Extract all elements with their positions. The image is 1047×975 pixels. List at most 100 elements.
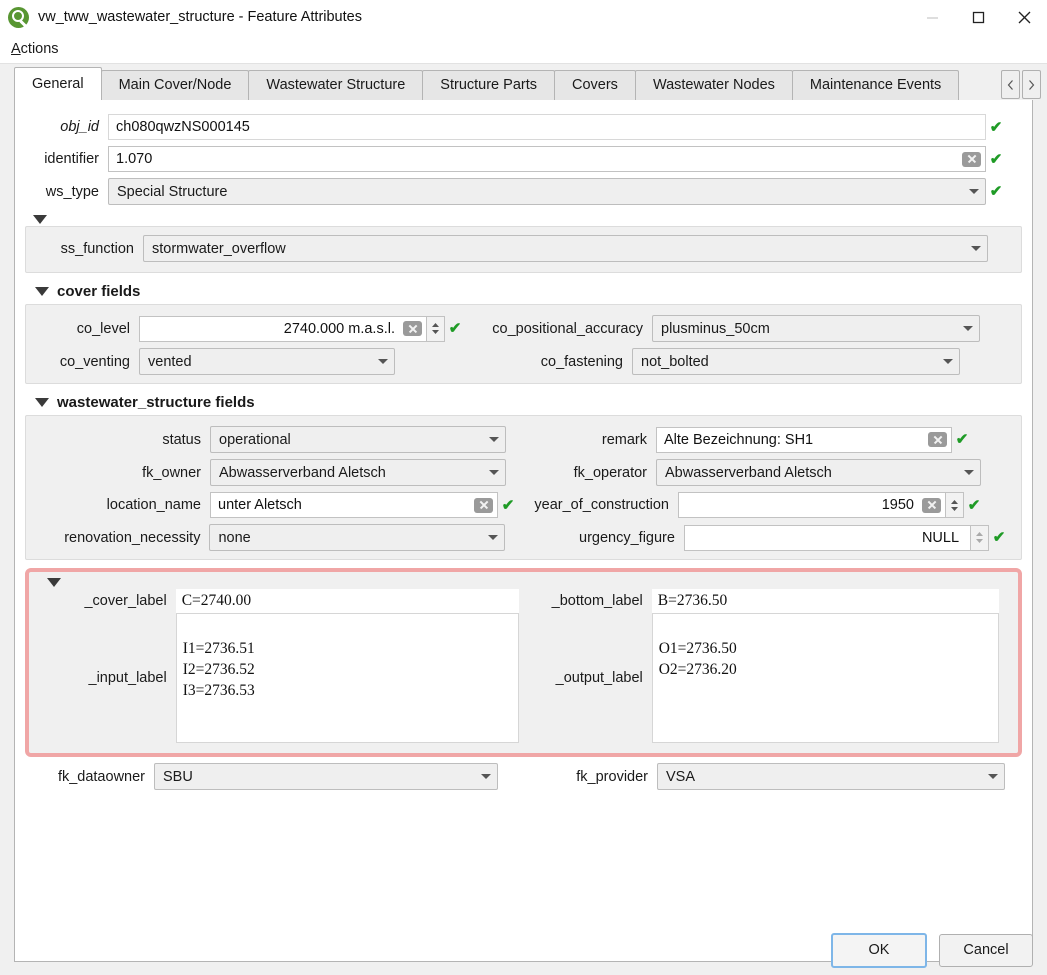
ss-function-label: ss_function [60,240,134,257]
identifier-clear-icon[interactable] [962,151,981,167]
chevron-down-icon [971,246,981,251]
chevron-down-icon [489,437,499,442]
attribute-form: obj_id ch080qwzNS000145 ✔ identifier 1.0… [23,114,1024,790]
bottom-label-label: _bottom_label [551,593,643,609]
maximize-button[interactable] [955,0,1001,34]
field-row-bottom-label: _bottom_label B=2736.50 [519,589,999,613]
fk-dataowner-label: fk_dataowner [57,768,145,785]
collapse-triangle-icon[interactable] [35,398,49,407]
identifier-input[interactable]: 1.070 [108,146,986,172]
remark-input[interactable]: Alte Bezeichnung: SH1 [656,426,952,453]
location-name-input[interactable]: unter Aletsch [210,492,498,518]
year-of-construction-stepper[interactable] [946,492,964,518]
field-row-output-label: _output_label O1=2736.50 O2=2736.20 [519,613,999,743]
bottom-label-input[interactable]: B=2736.50 [651,589,999,613]
renovation-necessity-label: renovation_necessity [64,529,201,546]
label-fields-group-header[interactable] [47,578,1008,587]
tab-structure-parts[interactable]: Structure Parts [422,70,555,100]
co-venting-select[interactable]: vented [139,348,395,375]
tab-general[interactable]: General [14,67,102,100]
status-value: operational [219,431,291,448]
collapse-triangle-icon[interactable] [33,215,47,224]
ss-function-select[interactable]: stormwater_overflow [143,235,988,262]
close-button[interactable] [1001,0,1047,34]
remark-value: Alte Bezeichnung: SH1 [664,431,814,448]
fk-operator-label: fk_operator [573,464,647,481]
identifier-label: identifier [44,151,99,167]
cover-fields-title: cover fields [57,283,141,300]
wastewater-structure-fields-header[interactable]: wastewater_structure fields [35,394,1022,411]
chevron-down-icon [988,774,998,779]
year-of-construction-clear-icon[interactable] [922,497,941,513]
status-select[interactable]: operational [210,426,506,453]
tab-label: Covers [572,77,618,93]
fk-operator-select[interactable]: Abwasserverband Aletsch [656,459,981,486]
urgency-figure-valid-icon: ✔ [992,529,1006,546]
renovation-necessity-value: none [218,529,251,546]
cover-fields-box: co_level 2740.000 m.a.s.l. ✔ co_position… [25,304,1022,384]
fk-provider-select[interactable]: VSA [657,763,1005,790]
obj-id-label: obj_id [60,119,99,135]
chevron-down-icon [963,326,973,331]
obj-id-input[interactable]: ch080qwzNS000145 [108,114,986,140]
chevron-right-icon[interactable] [1022,70,1041,99]
tab-main-cover-node[interactable]: Main Cover/Node [100,70,250,100]
co-positional-accuracy-select[interactable]: plusminus_50cm [652,315,980,342]
label-fields-columns: _cover_label C=2740.00 _input_label I1=2… [39,589,1008,743]
ok-button[interactable]: OK [831,932,927,968]
co-fastening-select[interactable]: not_bolted [632,348,960,375]
cancel-button[interactable]: Cancel [939,933,1033,967]
field-row-dataowner-provider: fk_dataowner SBU fk_provider VSA [35,763,1022,790]
year-of-construction-valid-icon: ✔ [967,496,981,514]
tab-label: Maintenance Events [809,77,942,93]
fk-provider-label: fk_provider [576,768,648,785]
menu-item-actions[interactable]: Actions [0,38,68,60]
field-row-input-label: _input_label I1=2736.51 I2=2736.52 I3=27… [39,613,519,743]
cover-fields-group-header[interactable]: cover fields [35,283,1022,300]
field-row-identifier: identifier 1.070 ✔ [25,146,1022,172]
remark-valid-icon: ✔ [955,431,969,448]
urgency-figure-stepper[interactable] [971,524,990,551]
tab-covers[interactable]: Covers [554,70,636,100]
chevron-down-icon [378,359,388,364]
tab-scrollers [1001,70,1041,99]
chevron-left-icon[interactable] [1001,70,1020,99]
co-level-clear-icon[interactable] [403,321,422,336]
remark-clear-icon[interactable] [928,432,947,447]
co-level-stepper[interactable] [427,315,445,342]
fk-owner-label: fk_owner [142,464,201,481]
urgency-figure-label: urgency_figure [579,529,675,546]
cover-fields-group: cover fields co_level 2740.000 m.a.s.l. … [25,283,1022,384]
location-name-clear-icon[interactable] [474,497,493,513]
chevron-down-icon [943,359,953,364]
urgency-figure-input[interactable]: NULL [683,524,972,551]
dialog-button-bar: OK Cancel [0,925,1047,975]
tab-maintenance-events[interactable]: Maintenance Events [791,70,960,100]
chevron-down-icon [489,470,499,475]
chevron-down-icon [481,774,491,779]
cover-label-input[interactable]: C=2740.00 [175,589,519,613]
co-level-input[interactable]: 2740.000 m.a.s.l. [139,315,427,342]
label-fields-left-column: _cover_label C=2740.00 _input_label I1=2… [39,589,519,743]
input-label-textarea[interactable]: I1=2736.51 I2=2736.52 I3=2736.53 [175,613,519,743]
tab-label: Structure Parts [440,77,537,93]
output-label-textarea[interactable]: O1=2736.50 O2=2736.20 [651,613,999,743]
tab-wastewater-structure[interactable]: Wastewater Structure [248,70,424,100]
field-row-co-level: co_level 2740.000 m.a.s.l. ✔ co_position… [38,315,1009,342]
collapse-triangle-icon[interactable] [47,578,61,587]
remark-label: remark [601,431,647,448]
fk-owner-select[interactable]: Abwasserverband Aletsch [210,459,506,486]
tab-wastewater-nodes[interactable]: Wastewater Nodes [634,70,793,100]
collapse-triangle-icon[interactable] [35,287,49,296]
minimize-button[interactable] [909,0,955,34]
field-row-ss-function: ss_function stormwater_overflow [38,235,1009,262]
renovation-necessity-select[interactable]: none [209,524,505,551]
ss-function-group-header[interactable] [33,215,1022,224]
fk-dataowner-select[interactable]: SBU [154,763,498,790]
wastewater-structure-fields-group: wastewater_structure fields status opera… [25,394,1022,560]
year-of-construction-input[interactable]: 1950 [678,492,946,518]
identifier-valid-icon: ✔ [989,150,1003,168]
tab-label: Wastewater Nodes [652,77,775,93]
ws-type-select[interactable]: Special Structure [108,178,986,205]
bottom-label-value: B=2736.50 [657,592,728,609]
